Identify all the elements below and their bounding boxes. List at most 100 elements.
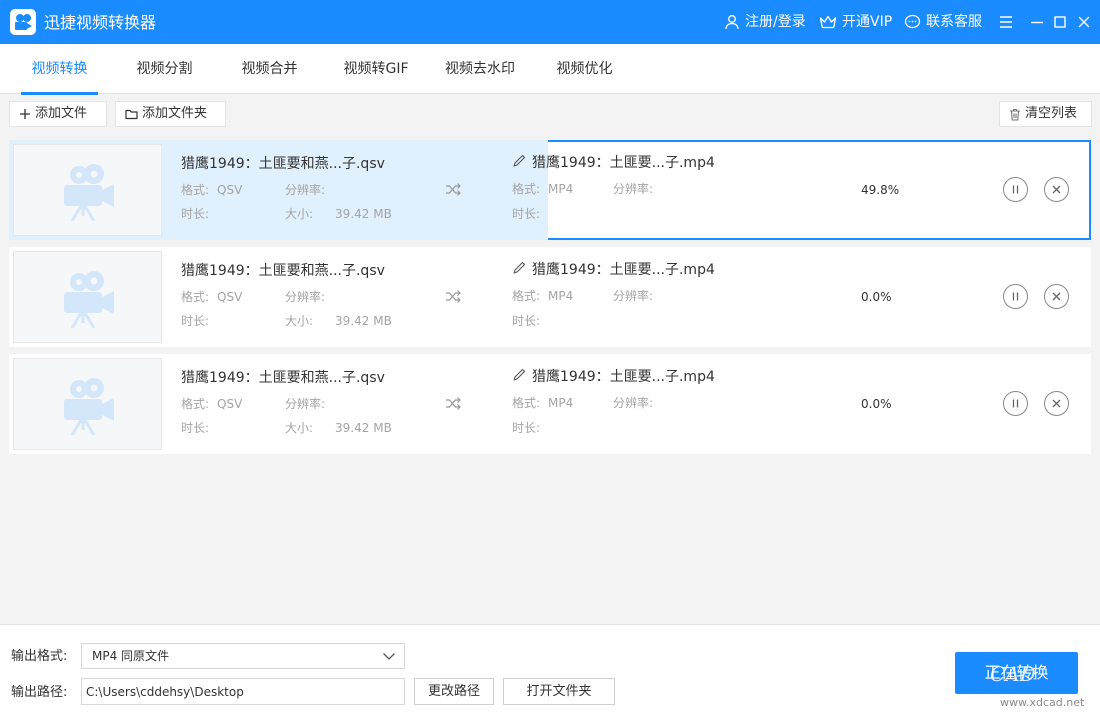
support-button[interactable]: 联系客服 <box>904 13 982 31</box>
watermark-url: www.xdcad.net <box>1000 696 1085 709</box>
close-icon[interactable] <box>1074 12 1094 32</box>
target-duration: 时长: <box>512 206 540 222</box>
pause-button[interactable] <box>1003 391 1028 416</box>
tab-video-convert[interactable]: 视频转换 <box>21 44 98 95</box>
format-label: 格式: <box>512 289 541 303</box>
tab-video-optimize[interactable]: 视频优化 <box>546 44 623 94</box>
source-size: 大小: 39.42 MB <box>285 313 392 329</box>
support-label: 联系客服 <box>926 14 982 30</box>
size-label: 大小: <box>285 207 314 221</box>
maximize-icon[interactable] <box>1050 12 1070 32</box>
size-label: 大小: <box>285 314 314 328</box>
change-path-button[interactable]: 更改路径 <box>414 678 494 705</box>
target-filename[interactable]: 猎鹰1949：土匪要...子.mp4 <box>532 261 715 279</box>
app-logo-icon <box>10 9 36 35</box>
user-icon <box>725 15 739 30</box>
clear-list-label: 清空列表 <box>1025 106 1078 121</box>
add-folder-button[interactable]: 添加文件夹 <box>115 101 226 127</box>
target-format: 格式: MP4 <box>512 288 573 304</box>
video-camera-icon <box>64 271 114 328</box>
format-label: 格式: <box>181 290 210 304</box>
pause-button[interactable] <box>1003 284 1028 309</box>
duration-label: 时长: <box>181 421 210 435</box>
resolution-label: 分辨率: <box>613 396 654 410</box>
source-format: 格式: QSV <box>181 396 242 412</box>
target-format: 格式: MP4 <box>512 181 573 197</box>
vip-button[interactable]: 开通VIP <box>819 13 892 31</box>
pause-button[interactable] <box>1003 177 1028 202</box>
format-value: QSV <box>217 183 243 197</box>
edit-name-icon[interactable] <box>513 154 526 168</box>
file-row[interactable]: 猎鹰1949：土匪要和燕...子.qsv 格式: QSV 分辨率: 时长: 大小:… <box>9 140 1091 240</box>
login-button[interactable]: 注册/登录 <box>724 13 806 31</box>
format-value: MP4 <box>548 289 574 303</box>
clear-list-button[interactable]: 清空列表 <box>999 101 1092 127</box>
file-row[interactable]: 猎鹰1949：土匪要和燕...子.qsv 格式: QSV 分辨率: 时长: 大小:… <box>9 354 1091 454</box>
source-format: 格式: QSV <box>181 182 242 198</box>
source-resolution: 分辨率: <box>285 289 325 305</box>
chevron-down-icon <box>383 653 395 660</box>
size-value: 39.42 MB <box>335 314 392 328</box>
source-duration: 时长: <box>181 206 209 222</box>
size-value: 39.42 MB <box>335 207 392 221</box>
remove-file-button[interactable] <box>1044 284 1069 309</box>
add-file-button[interactable]: 添加文件 <box>9 101 107 127</box>
output-path-label: 输出路径: <box>11 685 68 700</box>
target-duration: 时长: <box>512 420 540 436</box>
remove-file-button[interactable] <box>1044 391 1069 416</box>
progress-percent: 49.8% <box>861 183 900 197</box>
menu-icon[interactable] <box>996 12 1016 32</box>
close-icon <box>1052 185 1061 194</box>
pause-icon <box>1012 292 1019 301</box>
output-format-value: MP4 同原文件 <box>92 649 170 663</box>
source-duration: 时长: <box>181 313 209 329</box>
add-folder-label: 添加文件夹 <box>142 106 208 121</box>
target-format: 格式: MP4 <box>512 395 573 411</box>
tab-video-merge[interactable]: 视频合并 <box>231 44 308 94</box>
edit-name-icon[interactable] <box>513 261 526 275</box>
open-folder-button[interactable]: 打开文件夹 <box>503 678 615 705</box>
video-thumbnail <box>13 251 162 343</box>
format-label: 格式: <box>512 396 541 410</box>
duration-label: 时长: <box>181 207 210 221</box>
source-resolution: 分辨率: <box>285 396 325 412</box>
progress-percent: 0.0% <box>861 290 892 304</box>
target-filename[interactable]: 猎鹰1949：土匪要...子.mp4 <box>532 368 715 386</box>
format-label: 格式: <box>181 397 210 411</box>
chat-icon <box>904 14 921 29</box>
output-path-input[interactable] <box>81 678 405 705</box>
crown-icon <box>819 15 837 29</box>
format-value: QSV <box>217 397 243 411</box>
target-resolution: 分辨率: <box>613 288 653 304</box>
title-bar: 迅捷视频转换器 注册/登录 开通VIP 联系客服 <box>0 0 1100 44</box>
pause-icon <box>1012 399 1019 408</box>
tab-video-to-gif[interactable]: 视频转GIF <box>336 44 416 94</box>
source-size: 大小: 39.42 MB <box>285 420 392 436</box>
login-label: 注册/登录 <box>745 14 806 30</box>
format-label: 格式: <box>512 182 541 196</box>
video-thumbnail <box>13 358 162 450</box>
target-resolution: 分辨率: <box>613 181 653 197</box>
file-row[interactable]: 猎鹰1949：土匪要和燕...子.qsv 格式: QSV 分辨率: 时长: 大小:… <box>9 247 1091 347</box>
edit-name-icon[interactable] <box>513 368 526 382</box>
output-settings-bar: 输出格式: MP4 同原文件 输出路径: 更改路径 打开文件夹 正在转换 <box>0 624 1100 719</box>
watermark-logo: CAD <box>990 662 1036 686</box>
target-duration: 时长: <box>512 313 540 329</box>
tab-remove-watermark[interactable]: 视频去水印 <box>439 44 521 94</box>
target-filename[interactable]: 猎鹰1949：土匪要...子.mp4 <box>532 154 715 172</box>
format-value: MP4 <box>548 396 574 410</box>
source-size: 大小: 39.42 MB <box>285 206 392 222</box>
duration-label: 时长: <box>512 314 541 328</box>
tab-video-split[interactable]: 视频分割 <box>126 44 203 94</box>
video-camera-icon <box>64 164 114 221</box>
duration-label: 时长: <box>181 314 210 328</box>
remove-file-button[interactable] <box>1044 177 1069 202</box>
resolution-label: 分辨率: <box>285 290 326 304</box>
pause-icon <box>1012 185 1019 194</box>
folder-icon <box>125 109 138 120</box>
resolution-label: 分辨率: <box>285 397 326 411</box>
minimize-icon[interactable] <box>1027 12 1047 32</box>
output-format-select[interactable]: MP4 同原文件 <box>81 643 405 669</box>
source-filename: 猎鹰1949：土匪要和燕...子.qsv <box>181 370 385 386</box>
tab-bar: 视频转换 视频分割 视频合并 视频转GIF 视频去水印 视频优化 <box>0 44 1100 95</box>
